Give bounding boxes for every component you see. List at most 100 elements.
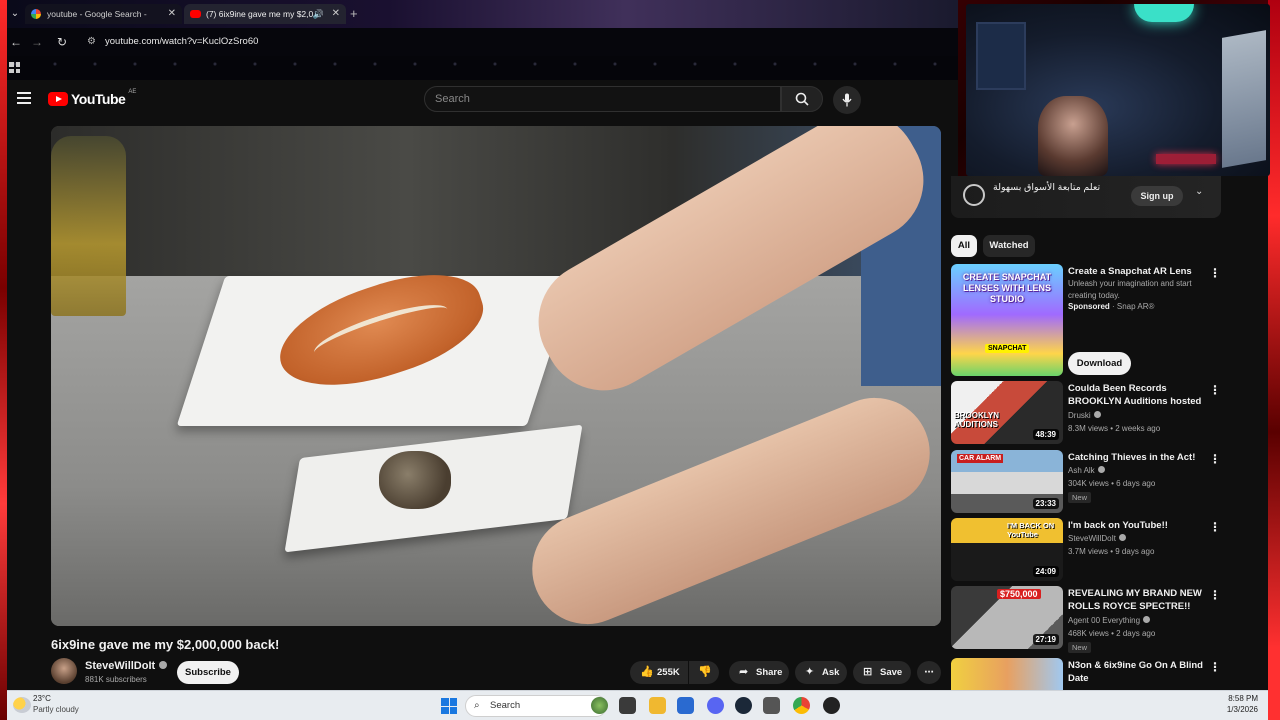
channel-name[interactable]: Druski xyxy=(1068,411,1101,420)
video-title[interactable]: I'm back on YouTube!! xyxy=(1068,520,1208,533)
ad-title[interactable]: Create a Snapchat AR Lens xyxy=(1068,266,1208,279)
widget-icon[interactable] xyxy=(591,697,608,714)
ad-banner[interactable]: تعلم متابعة الأسواق بسهولة Sign up ⌄ xyxy=(951,176,1221,218)
back-button[interactable]: ← xyxy=(7,33,25,51)
webcam-window xyxy=(976,22,1026,90)
channel-name[interactable]: SteveWillDoIt xyxy=(1068,534,1127,543)
share-button[interactable]: ➦ Share xyxy=(729,661,789,684)
more-icon[interactable]: ⋮ xyxy=(1209,660,1221,674)
sparkle-icon: ✦ xyxy=(805,666,815,678)
taskbar-search[interactable]: ⌕ Search xyxy=(465,695,607,717)
video-thumbnail[interactable]: CAR ALARM 23:33 xyxy=(951,450,1063,513)
download-button[interactable]: Download xyxy=(1068,352,1131,375)
dislike-button[interactable]: 👎 xyxy=(689,661,719,684)
mic-icon xyxy=(842,93,852,107)
forward-button[interactable]: → xyxy=(28,33,46,51)
discord-icon[interactable] xyxy=(707,697,724,714)
channel-name[interactable]: Agent 00 Everything xyxy=(1068,616,1151,625)
list-item[interactable]: CAR ALARM 23:33 Catching Thieves in the … xyxy=(951,450,1231,516)
advertiser-logo-icon xyxy=(963,184,985,206)
reload-button[interactable]: ↻ xyxy=(53,33,71,51)
plus-icon: + xyxy=(350,6,358,21)
speaker-icon[interactable]: 🔊 xyxy=(313,4,324,24)
sign-up-button[interactable]: Sign up xyxy=(1131,186,1183,206)
list-item[interactable]: N3on & 6ix9ine Go On A Blind Date ⋮ xyxy=(951,658,1231,690)
clock-date[interactable]: 1/3/2026 xyxy=(1227,705,1258,714)
avatar[interactable] xyxy=(51,658,77,684)
video-title[interactable]: Catching Thieves in the Act! xyxy=(1068,452,1208,465)
list-item[interactable]: I'M BACK ON YouTube 24:09 I'm back on Yo… xyxy=(951,518,1231,584)
bookmarks-bar xyxy=(7,56,958,80)
weather-icon[interactable] xyxy=(13,697,31,713)
youtube-icon xyxy=(190,10,201,18)
windows-taskbar: 23°C Partly cloudy ⌕ Search 8:58 PM 1/3/… xyxy=(7,690,1268,720)
webcam-streamer xyxy=(1038,96,1108,176)
close-icon[interactable]: ✕ xyxy=(168,4,176,24)
more-icon[interactable]: ⋮ xyxy=(1209,588,1221,602)
save-button[interactable]: ⊞ Save xyxy=(853,661,911,684)
youtube-logo[interactable]: YouTube AE xyxy=(48,89,136,107)
file-explorer-icon[interactable] xyxy=(649,697,666,714)
tab-search-button[interactable]: ⌄ xyxy=(7,4,23,24)
ad-thumbnail-badge: SNAPCHAT xyxy=(985,344,1030,353)
channel-name[interactable]: SteveWillDoIt xyxy=(85,660,168,672)
chip-all[interactable]: All xyxy=(951,235,977,257)
new-badge: New xyxy=(1068,492,1092,503)
list-item[interactable]: BROOKLYN AUDITIONS 48:39 Coulda Been Rec… xyxy=(951,381,1231,447)
video-title[interactable]: N3on & 6ix9ine Go On A Blind Date xyxy=(1068,660,1208,685)
more-icon[interactable]: ⋮ xyxy=(1209,266,1221,280)
task-view-icon[interactable] xyxy=(619,697,636,714)
like-button[interactable]: 👍 255K xyxy=(630,661,688,684)
windows-icon[interactable] xyxy=(441,698,457,714)
verified-icon xyxy=(1119,534,1127,541)
video-thumbnail[interactable] xyxy=(951,658,1063,690)
sponsored-item[interactable]: CREATE SNAPCHAT LENSES WITH LENS STUDIO … xyxy=(951,264,1231,384)
tune-icon[interactable]: ⚙ xyxy=(87,32,96,52)
close-icon[interactable]: ✕ xyxy=(332,4,340,24)
list-item[interactable]: $750,000 27:19 REVEALING MY BRAND NEW RO… xyxy=(951,586,1231,653)
url-field[interactable]: ⚙ youtube.com/watch?v=KuclOzSro60 xyxy=(85,32,945,52)
channel-name[interactable]: Ash Alk xyxy=(1068,466,1105,475)
video-title[interactable]: REVEALING MY BRAND NEW ROLLS ROYCE SPECT… xyxy=(1068,588,1208,613)
video-duration: 27:19 xyxy=(1032,634,1059,645)
video-thumbnail[interactable]: I'M BACK ON YouTube 24:09 xyxy=(951,518,1063,581)
store-icon[interactable] xyxy=(677,697,694,714)
weather-temperature: 23°C xyxy=(33,694,51,703)
search-input[interactable]: Search xyxy=(424,86,781,112)
clock-time[interactable]: 8:58 PM xyxy=(1228,694,1258,703)
more-actions-button[interactable]: ⋯ xyxy=(917,661,941,684)
more-icon: ⋯ xyxy=(924,667,934,678)
ask-button[interactable]: ✦ Ask xyxy=(795,661,847,684)
steam-icon[interactable] xyxy=(735,697,752,714)
chip-watched[interactable]: Watched xyxy=(983,235,1035,257)
video-player[interactable] xyxy=(51,126,941,626)
search-icon xyxy=(795,92,809,106)
menu-icon[interactable] xyxy=(17,92,31,104)
video-title[interactable]: Coulda Been Records BROOKLYN Auditions h… xyxy=(1068,383,1208,408)
ad-description: Unleash your imagination and start creat… xyxy=(1068,279,1192,300)
more-icon[interactable]: ⋮ xyxy=(1209,452,1221,466)
more-icon[interactable]: ⋮ xyxy=(1209,520,1221,534)
app-icon[interactable] xyxy=(823,697,840,714)
tab-google-search[interactable]: youtube - Google Search - ✕ xyxy=(25,4,182,24)
forward-icon: → xyxy=(31,35,43,49)
more-icon[interactable]: ⋮ xyxy=(1209,383,1221,397)
search-button[interactable] xyxy=(781,86,823,112)
video-thumbnail[interactable]: $750,000 27:19 xyxy=(951,586,1063,649)
chevron-down-icon[interactable]: ⌄ xyxy=(1195,186,1203,197)
voice-search-button[interactable] xyxy=(833,86,861,114)
tab-youtube-video[interactable]: (7) 6ix9ine gave me my $2,0 🔊 ✕ xyxy=(184,4,346,24)
verified-icon xyxy=(1097,466,1105,473)
subscribe-button[interactable]: Subscribe xyxy=(177,661,239,684)
apps-icon[interactable] xyxy=(9,62,20,73)
overlay-edge-left xyxy=(0,0,7,720)
thumbnail-text: $750,000 xyxy=(997,589,1041,599)
search-icon: ⌕ xyxy=(474,700,480,711)
new-tab-button[interactable]: + xyxy=(350,4,358,24)
webcam-lamp xyxy=(1134,4,1194,22)
ad-thumbnail[interactable]: CREATE SNAPCHAT LENSES WITH LENS STUDIO … xyxy=(951,264,1063,376)
chrome-icon[interactable] xyxy=(793,697,810,714)
settings-icon[interactable] xyxy=(763,697,780,714)
video-thumbnail[interactable]: BROOKLYN AUDITIONS 48:39 xyxy=(951,381,1063,444)
banner-text: تعلم متابعة الأسواق بسهولة xyxy=(993,182,1101,193)
